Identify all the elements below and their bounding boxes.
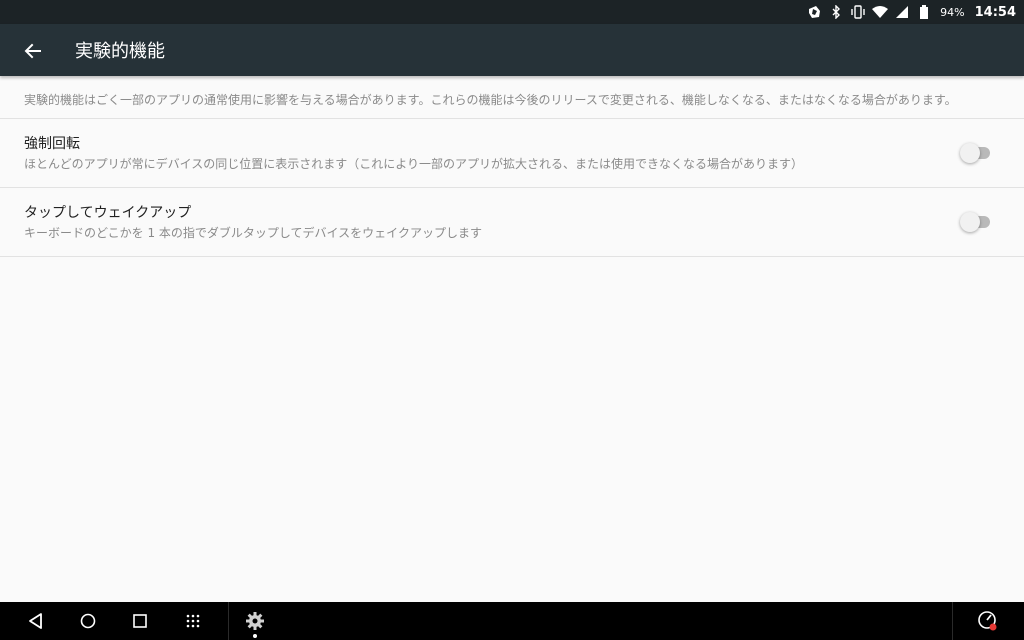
force-rotation-switch[interactable] <box>960 143 992 163</box>
status-icons: 94% 14:54 <box>806 0 1016 24</box>
pref-title: タップしてウェイクアップ <box>24 205 192 221</box>
pref-title: 強制回転 <box>24 136 80 152</box>
pref-force-rotation[interactable]: 強制回転 ほとんどのアプリが常にデバイスの同じ位置に表示されます（これにより一部… <box>0 119 1024 188</box>
clock: 14:54 <box>974 4 1016 20</box>
app-drawer-icon <box>186 614 200 628</box>
nav-divider <box>228 602 229 640</box>
settings-screen: 94% 14:54 実験的機能 実験的機能はごく一部のアプリの通常使用に影響を与… <box>0 0 1024 640</box>
pref-summary: キーボードのどこかを 1 本の指でダブルタップしてデバイスをウェイクアップします <box>24 226 482 240</box>
nav-speedometer-button[interactable] <box>968 602 1008 640</box>
back-button[interactable] <box>18 36 48 66</box>
signal-icon <box>894 4 910 20</box>
navigation-bar <box>0 602 1024 640</box>
nav-home-button[interactable] <box>68 602 108 640</box>
nav-recents-button[interactable] <box>120 602 160 640</box>
wifi-icon <box>872 4 889 20</box>
battery-percent: 94% <box>940 5 965 19</box>
nav-app-drawer-button[interactable] <box>173 602 213 640</box>
tap-to-wake-switch[interactable] <box>960 212 992 232</box>
page-title: 実験的機能 <box>75 41 165 62</box>
nav-divider <box>952 602 953 640</box>
arrow-back-icon <box>24 43 41 59</box>
pref-tap-to-wake[interactable]: タップしてウェイクアップ キーボードのどこかを 1 本の指でダブルタップしてデバ… <box>0 188 1024 257</box>
active-app-indicator <box>253 634 257 638</box>
battery-icon <box>916 4 932 20</box>
experimental-description: 実験的機能はごく一部のアプリの通常使用に影響を与える場合があります。これらの機能… <box>0 76 1024 119</box>
app-toolbar: 実験的機能 <box>0 24 1024 76</box>
recents-icon <box>133 614 147 628</box>
switch-thumb <box>960 143 980 163</box>
status-bar: 94% 14:54 <box>0 0 1024 24</box>
bluetooth-icon <box>828 4 844 20</box>
home-icon <box>80 613 96 629</box>
settings-content: 実験的機能はごく一部のアプリの通常使用に影響を与える場合があります。これらの機能… <box>0 76 1024 257</box>
back-icon <box>29 613 42 629</box>
nav-back-button[interactable] <box>16 602 56 640</box>
notification-icon <box>806 4 822 20</box>
settings-gear-icon <box>246 612 264 630</box>
switch-thumb <box>960 212 980 232</box>
speedometer-icon <box>978 611 997 631</box>
pref-summary: ほとんどのアプリが常にデバイスの同じ位置に表示されます（これにより一部のアプリが… <box>24 157 804 171</box>
vibrate-icon <box>850 4 866 20</box>
